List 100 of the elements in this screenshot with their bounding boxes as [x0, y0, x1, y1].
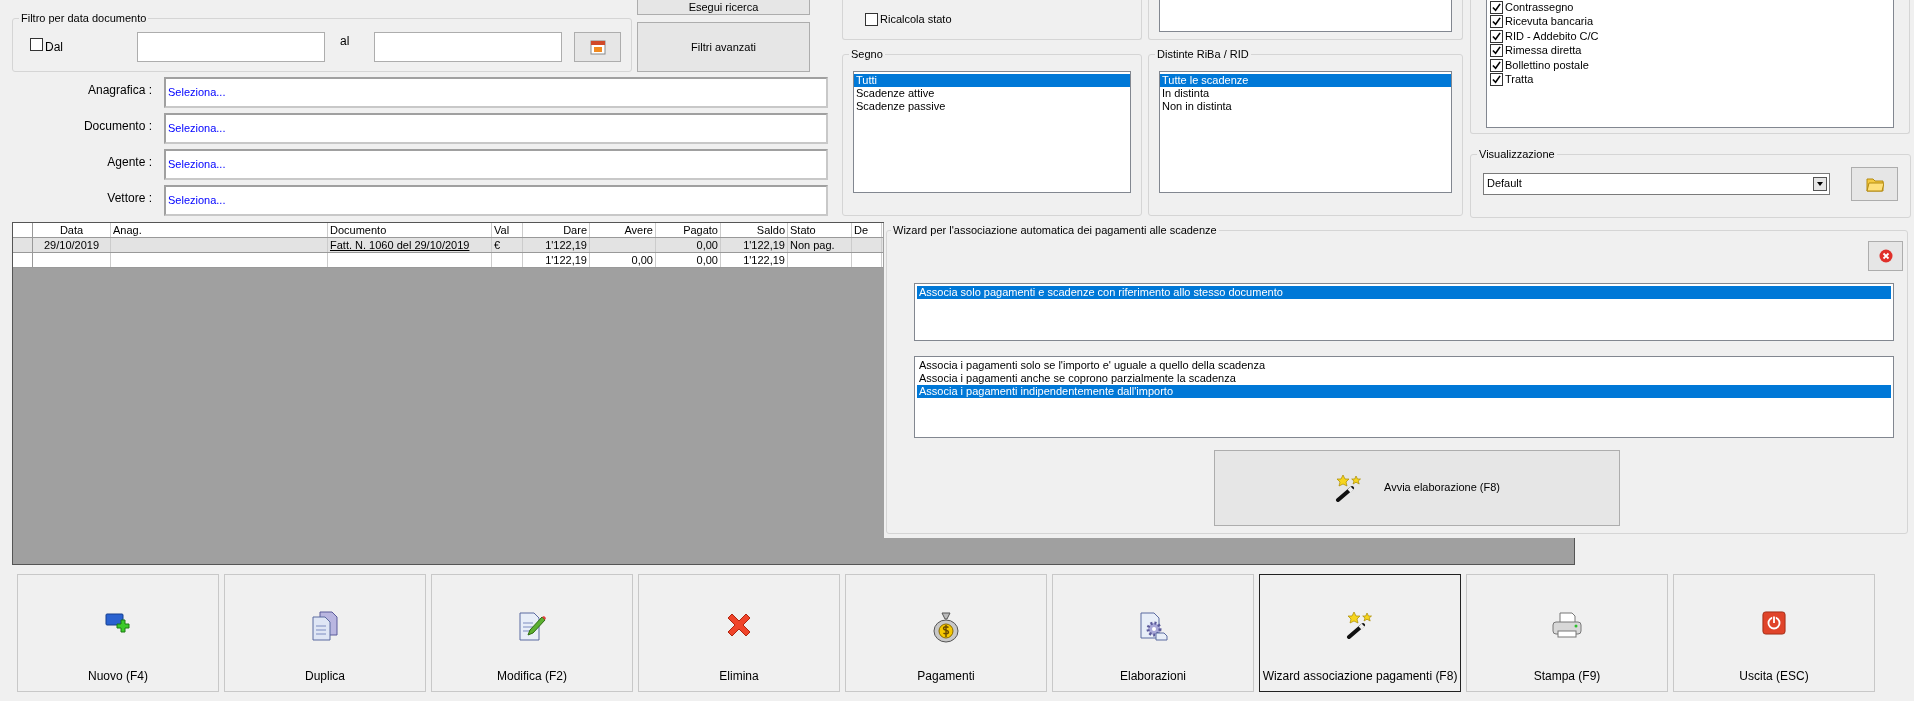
list-box[interactable]: Associa solo pagamenti e scadenze con riferimento allo stesso documento: [914, 282, 1894, 341]
lookup-label: Anagrafica :: [86, 82, 152, 99]
payment-type-checkbox[interactable]: [1490, 44, 1503, 58]
magic-wand-icon: [1345, 611, 1375, 639]
list-box[interactable]: Contrassegno Ricevuta bancaria RID - Addebito C/C Rimessa diretta Bollettino postale Tratta: [1486, 0, 1894, 128]
column-header: Stato: [788, 223, 852, 237]
folder-icon: [1865, 175, 1884, 192]
payment-type-checkbox[interactable]: [1490, 0, 1503, 14]
lookup-field[interactable]: Seleziona...: [164, 113, 828, 144]
column-header: Anag.: [111, 223, 328, 237]
action-button[interactable]: Modifica (F2): [431, 574, 633, 692]
start-processing-button[interactable]: Avvia elaborazione (F8): [1214, 449, 1620, 526]
action-button[interactable]: Pagamenti: [845, 574, 1047, 692]
lookup-value: Seleziona...: [168, 85, 226, 101]
close-button[interactable]: [1868, 240, 1903, 271]
lookup-field[interactable]: Seleziona...: [164, 185, 828, 216]
table-cell: 29/10/2019: [43, 239, 100, 251]
document-pencil-icon: [518, 611, 546, 641]
action-button[interactable]: Nuovo (F4): [17, 574, 219, 692]
action-button[interactable]: Elaborazioni: [1052, 574, 1254, 692]
documents-icon: [311, 611, 339, 641]
table-cell: 0,00: [696, 239, 718, 251]
money-bag-icon: [932, 611, 960, 643]
document-link[interactable]: Fatt. N. 1060 del 29/10/2019: [330, 239, 470, 251]
table-cell: 1'122,19: [743, 254, 785, 266]
document-gear-icon: [1138, 611, 1168, 641]
column-header: Val: [492, 223, 523, 237]
payment-type-label: Rimessa diretta: [1505, 44, 1582, 58]
list-item[interactable]: Associa i pagamenti indipendentemente dall'importo: [917, 384, 1891, 398]
column-header: Documento: [328, 223, 492, 237]
column-header: Dare: [523, 223, 590, 237]
group-title: Wizard per l'associazione automatica dei pagamenti alle scadenze: [892, 223, 1218, 238]
list-item[interactable]: Associa i pagamenti solo se l'importo e' uguale a quello della scadenza: [917, 358, 1891, 372]
lookup-value: Seleziona...: [168, 121, 226, 137]
close-icon: [1878, 248, 1893, 263]
calendar-icon: [589, 38, 606, 55]
lookup-value: Seleziona...: [168, 157, 226, 173]
list-item[interactable]: Tutti: [854, 73, 1130, 87]
action-button[interactable]: Uscita (ESC): [1673, 574, 1875, 692]
list-box[interactable]: Associa i pagamenti solo se l'importo e' uguale a quello della scadenza Associa i pagamenti anche se coprono parzialmente la scadenza Associa i pagamenti indipendentemente dall'importo: [914, 355, 1894, 438]
table-cell: €: [494, 239, 501, 251]
column-header: Pagato: [656, 223, 721, 237]
list-box[interactable]: [1159, 0, 1452, 32]
group-title: Visualizzazione: [1478, 147, 1556, 162]
column-header: De: [852, 223, 882, 237]
calendar-button[interactable]: [574, 31, 621, 62]
date-checkbox[interactable]: [30, 37, 43, 51]
power-icon: [1762, 611, 1786, 635]
table-row[interactable]: 29/10/2019 Fatt. N. 1060 del 29/10/2019 € 1'122,19 0,00 1'122,19 Non pag.: [13, 238, 883, 253]
column-header: Data: [33, 223, 111, 237]
table-row[interactable]: 1'122,19 0,00 0,00 1'122,19: [13, 253, 883, 268]
payment-type-label: Ricevuta bancaria: [1505, 15, 1594, 29]
table-cell: 1'122,19: [545, 254, 587, 266]
printer-icon: [1551, 611, 1583, 639]
cross-icon: [725, 611, 753, 639]
action-button[interactable]: Duplica: [224, 574, 426, 692]
payment-type-label: Bollettino postale: [1505, 58, 1589, 72]
recalc-checkbox[interactable]: [865, 13, 878, 26]
lookup-label: Vettore :: [106, 190, 152, 207]
payment-type-checkbox[interactable]: [1490, 73, 1503, 87]
magic-wand-icon: [1334, 473, 1364, 502]
payment-type-checkbox[interactable]: [1490, 15, 1503, 29]
date-from-label: Dal: [45, 38, 63, 56]
payment-type-checkbox[interactable]: [1490, 58, 1503, 72]
view-select[interactable]: Default: [1483, 172, 1830, 195]
column-header: Avere: [590, 223, 656, 237]
search-button[interactable]: Esegui ricerca: [637, 0, 810, 15]
table-cell: Non pag.: [790, 239, 835, 251]
table-cell: 1'122,19: [545, 239, 587, 251]
action-button[interactable]: Elimina: [638, 574, 840, 692]
payment-type-checkbox[interactable]: [1490, 29, 1503, 43]
list-item[interactable]: Non in distinta: [1160, 99, 1451, 113]
payment-type-label: Tratta: [1505, 73, 1534, 87]
list-item[interactable]: Scadenze passive: [854, 99, 1130, 113]
table-cell: 1'122,19: [743, 239, 785, 251]
lookup-label: Documento :: [82, 118, 152, 135]
list-box[interactable]: Tutti Scadenze attive Scadenze passive: [853, 70, 1131, 193]
payment-type-label: Contrassegno: [1505, 0, 1574, 14]
column-header: Saldo: [721, 223, 788, 237]
action-button[interactable]: Stampa (F9): [1466, 574, 1668, 692]
lookup-field[interactable]: Seleziona...: [164, 149, 828, 180]
date-to-field[interactable]: [374, 31, 562, 62]
list-box[interactable]: Tutte le scadenze In distinta Non in distinta: [1159, 70, 1452, 193]
list-item[interactable]: Scadenze attive: [854, 86, 1130, 100]
view-select-value: Default: [1487, 176, 1522, 192]
list-item[interactable]: Tutte le scadenze: [1160, 73, 1451, 87]
lookup-field[interactable]: Seleziona...: [164, 77, 828, 108]
date-to-label: al: [340, 32, 351, 50]
list-item[interactable]: Associa i pagamenti anche se coprono parzialmente la scadenza: [917, 371, 1891, 385]
group-title: Distinte RiBa / RID: [1156, 47, 1250, 62]
list-item[interactable]: In distinta: [1160, 86, 1451, 100]
advanced-filters-button[interactable]: Filtri avanzati: [637, 22, 810, 72]
list-item[interactable]: Associa solo pagamenti e scadenze con riferimento allo stesso documento: [917, 285, 1891, 299]
date-from-field[interactable]: [137, 31, 325, 62]
lookup-value: Seleziona...: [168, 193, 226, 209]
table-cell: 0,00: [696, 254, 718, 266]
window-plus-icon: [105, 611, 131, 633]
lookup-label: Agente :: [106, 154, 152, 171]
action-button[interactable]: Wizard associazione pagamenti (F8): [1259, 574, 1461, 692]
table-cell: 0,00: [631, 254, 653, 266]
